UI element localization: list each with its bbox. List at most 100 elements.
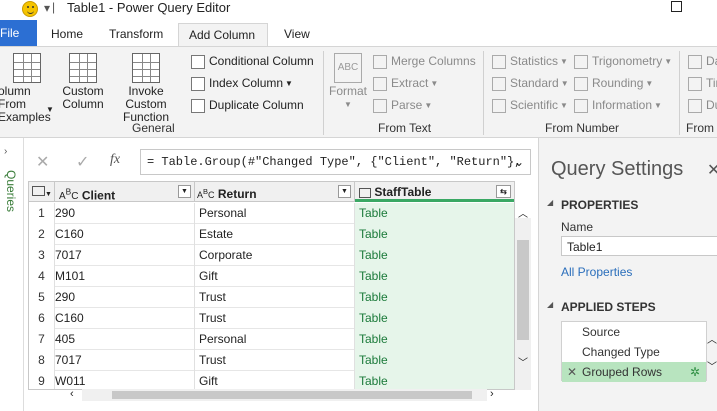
tab-home[interactable]: Home xyxy=(41,23,93,46)
row-number[interactable]: 4 xyxy=(29,266,55,287)
trigonometry-button[interactable]: Trigonometry ▼ xyxy=(574,51,672,71)
name-input[interactable]: Table1 xyxy=(561,236,717,256)
cell-stafftable[interactable]: Table xyxy=(355,224,514,245)
table-row[interactable]: 4 M101 Gift Table xyxy=(29,266,514,287)
horizontal-scrollbar[interactable] xyxy=(82,389,487,401)
table-row[interactable]: 7 405 Personal Table xyxy=(29,329,514,350)
queries-pane[interactable]: › Queries xyxy=(0,138,24,411)
cell-stafftable[interactable]: Table xyxy=(355,203,514,224)
close-icon[interactable]: ✕ xyxy=(707,160,717,180)
cell-client[interactable]: C160 xyxy=(55,308,195,329)
formula-text[interactable]: = Table.Group(#"Changed Type", {"Client"… xyxy=(147,155,521,169)
cell-return[interactable]: Gift xyxy=(195,371,355,389)
row-number[interactable]: 1 xyxy=(29,203,55,224)
table-row[interactable]: 6 C160 Trust Table xyxy=(29,308,514,329)
scroll-left-icon[interactable]: ‹ xyxy=(70,388,82,400)
invoke-custom-function-button[interactable]: Invoke Custom Function xyxy=(107,53,185,124)
tab-view[interactable]: View xyxy=(274,23,320,46)
cell-return[interactable]: Estate xyxy=(195,224,355,245)
cell-stafftable[interactable]: Table xyxy=(355,287,514,308)
cell-client[interactable]: M101 xyxy=(55,266,195,287)
cell-client[interactable]: 405 xyxy=(55,329,195,350)
table-row[interactable]: 2 C160 Estate Table xyxy=(29,224,514,245)
type-abc-icon[interactable]: ABC xyxy=(197,187,215,200)
chevron-down-icon[interactable]: ⌄ xyxy=(514,155,524,169)
cell-client[interactable]: 290 xyxy=(55,287,195,308)
cell-return[interactable]: Trust xyxy=(195,350,355,371)
scroll-thumb[interactable] xyxy=(517,240,529,340)
cell-return[interactable]: Corporate xyxy=(195,245,355,266)
time-button[interactable]: Tir xyxy=(688,73,717,93)
tab-transform[interactable]: Transform xyxy=(99,23,173,46)
row-number[interactable]: 9 xyxy=(29,371,55,389)
fx-icon[interactable]: fx xyxy=(110,152,120,168)
table-row[interactable]: 8 7017 Trust Table xyxy=(29,350,514,371)
tab-file[interactable]: File xyxy=(0,20,37,46)
row-number[interactable]: 3 xyxy=(29,245,55,266)
queries-pane-label[interactable]: Queries xyxy=(4,170,18,212)
column-header-client[interactable]: ABC Client ▼ xyxy=(55,182,195,202)
table-type-icon[interactable] xyxy=(359,187,371,198)
cell-return[interactable]: Gift xyxy=(195,266,355,287)
table-row[interactable]: 1 290 Personal Table xyxy=(29,203,514,224)
cell-return[interactable]: Trust xyxy=(195,308,355,329)
cell-stafftable[interactable]: Table xyxy=(355,350,514,371)
step-changed-type[interactable]: Changed Type xyxy=(562,342,706,362)
cell-stafftable[interactable]: Table xyxy=(355,308,514,329)
date-button[interactable]: Da xyxy=(688,51,717,71)
column-header-stafftable[interactable]: StaffTable ⇆ xyxy=(355,182,514,202)
custom-column-button[interactable]: Custom Column xyxy=(60,53,106,111)
scroll-up-icon[interactable]: ︿ xyxy=(515,205,531,220)
qat-dropdown[interactable]: ▾ xyxy=(44,1,50,15)
row-number[interactable]: 7 xyxy=(29,329,55,350)
collapse-triangle-icon[interactable]: ◢ xyxy=(547,300,553,309)
cell-client[interactable]: 7017 xyxy=(55,245,195,266)
scroll-down-icon[interactable]: ﹀ xyxy=(515,354,531,369)
extract-button[interactable]: Extract ▼ xyxy=(373,73,438,93)
table-row[interactable]: 9 W011 Gift Table xyxy=(29,371,514,389)
duration-button[interactable]: Du xyxy=(688,95,717,115)
row-number[interactable]: 5 xyxy=(29,287,55,308)
delete-step-icon[interactable]: ✕ xyxy=(567,362,577,382)
chevron-right-icon[interactable]: › xyxy=(4,146,7,157)
format-button[interactable]: ABC Format ▼ xyxy=(328,53,368,111)
information-button[interactable]: Information ▼ xyxy=(574,95,662,115)
table-menu-button[interactable]: ▼ xyxy=(29,182,55,202)
row-number[interactable]: 6 xyxy=(29,308,55,329)
scientific-button[interactable]: Scientific ▼ xyxy=(492,95,568,115)
column-header-return[interactable]: ABC Return ▼ xyxy=(195,182,355,202)
statistics-button[interactable]: Statistics ▼ xyxy=(492,51,568,71)
cell-return[interactable]: Personal xyxy=(195,203,355,224)
duplicate-column-button[interactable]: Duplicate Column xyxy=(191,95,304,115)
index-column-button[interactable]: Index Column ▼ xyxy=(191,73,293,93)
filter-dropdown-icon[interactable]: ▼ xyxy=(178,185,191,198)
tab-add-column[interactable]: Add Column xyxy=(178,23,268,46)
conditional-column-button[interactable]: Conditional Column xyxy=(191,51,314,71)
scroll-up-icon[interactable]: ︿ xyxy=(707,331,717,346)
chevron-down-icon[interactable]: ▼ xyxy=(46,105,54,114)
table-row[interactable]: 5 290 Trust Table xyxy=(29,287,514,308)
row-number[interactable]: 2 xyxy=(29,224,55,245)
step-grouped-rows[interactable]: ✕ Grouped Rows ✲ xyxy=(562,362,706,382)
cell-return[interactable]: Personal xyxy=(195,329,355,350)
cell-return[interactable]: Trust xyxy=(195,287,355,308)
cell-client[interactable]: 7017 xyxy=(55,350,195,371)
cell-client[interactable]: C160 xyxy=(55,224,195,245)
scroll-thumb[interactable] xyxy=(112,391,472,399)
merge-columns-button[interactable]: Merge Columns xyxy=(373,51,476,71)
table-row[interactable]: 3 7017 Corporate Table xyxy=(29,245,514,266)
all-properties-link[interactable]: All Properties xyxy=(561,265,632,279)
row-number[interactable]: 8 xyxy=(29,350,55,371)
cell-stafftable[interactable]: Table xyxy=(355,329,514,350)
app-smiley-icon[interactable] xyxy=(22,1,38,17)
cell-stafftable[interactable]: Table xyxy=(355,266,514,287)
gear-icon[interactable]: ✲ xyxy=(690,362,700,382)
type-abc-icon[interactable]: ABC xyxy=(59,187,78,202)
check-icon[interactable]: ✓ xyxy=(76,152,89,172)
rounding-button[interactable]: Rounding ▼ xyxy=(574,73,653,93)
filter-dropdown-icon[interactable]: ▼ xyxy=(338,185,351,198)
expand-column-icon[interactable]: ⇆ xyxy=(496,185,511,198)
formula-bar[interactable]: = Table.Group(#"Changed Type", {"Client"… xyxy=(140,149,531,175)
scroll-right-icon[interactable]: › xyxy=(490,388,502,400)
cancel-icon[interactable]: ✕ xyxy=(36,152,49,172)
